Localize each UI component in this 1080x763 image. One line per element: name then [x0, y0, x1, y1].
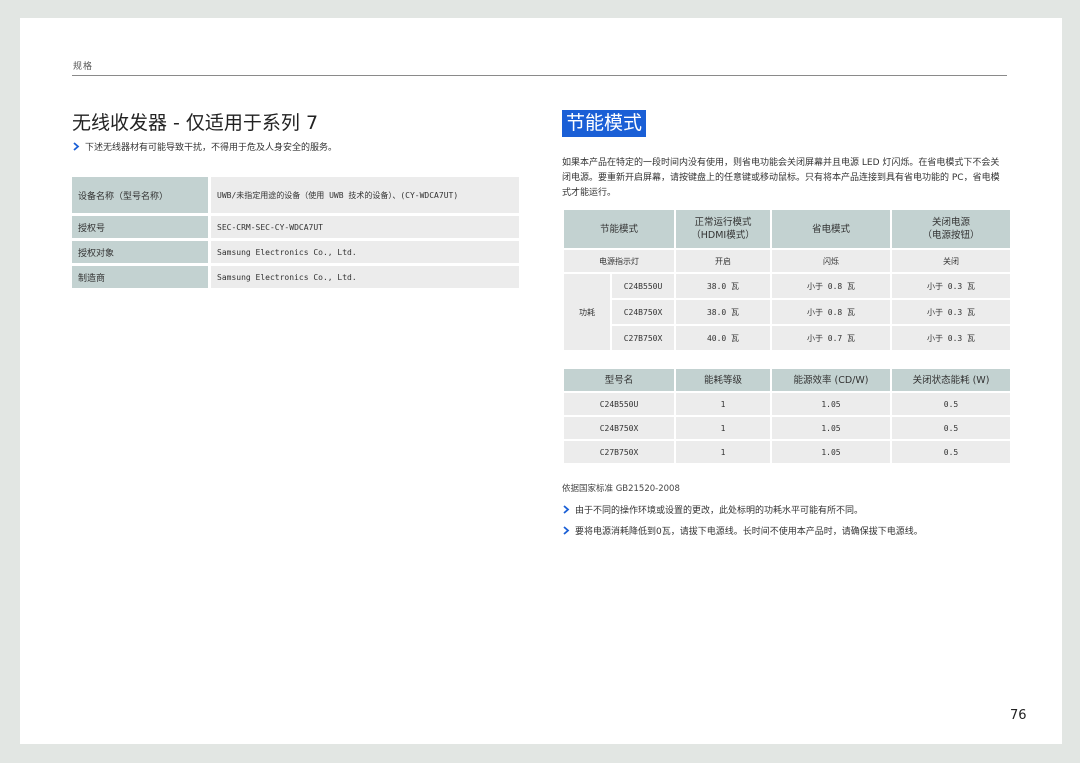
column-header: 关闭电源 （电源按钮） [892, 210, 1010, 248]
header-divider [72, 75, 1007, 76]
table-cell: 1.05 [772, 417, 890, 439]
table-cell: C24B750X [564, 417, 674, 439]
table-cell: 小于 0.3 瓦 [892, 300, 1010, 324]
table-cell: 0.5 [892, 417, 1010, 439]
column-header: 节能模式 [564, 210, 674, 248]
power-note: 由于不同的操作环境或设置的更改，此处标明的功耗水平可能有所不同。 [562, 503, 863, 516]
section-header: 规格 [73, 62, 94, 72]
row-label: 电源指示灯 [564, 250, 674, 272]
table-cell: 1.05 [772, 393, 890, 415]
column-header: 能源效率 (CD/W) [772, 369, 890, 391]
table-cell: 小于 0.8 瓦 [772, 300, 890, 324]
table-cell: 小于 0.3 瓦 [892, 274, 1010, 298]
model-name: C24B550U [612, 274, 674, 300]
chevron-right-icon [72, 142, 81, 151]
table-row: C24B550U 1 1.05 0.5 [564, 393, 1010, 415]
table-cell: 闪烁 [772, 250, 890, 272]
wireless-section-title: 无线收发器 - 仅适用于系列 7 [72, 112, 319, 134]
spec-value: UWB/未指定用途的设备（使用 UWB 技术的设备）、(CY-WDCA7UT) [211, 177, 519, 213]
table-header-row: 型号名 能耗等级 能源效率 (CD/W) 关闭状态能耗 (W) [564, 369, 1010, 391]
power-note-text: 要将电源消耗降低到0瓦，请拔下电源线。长时间不使用本产品时，请确保拔下电源线。 [575, 527, 923, 537]
wireless-spec-table: 设备名称（型号名称） UWB/未指定用途的设备（使用 UWB 技术的设备）、(C… [72, 174, 519, 291]
table-cell: 1.05 [772, 441, 890, 463]
table-row: C24B750X 1 1.05 0.5 [564, 417, 1010, 439]
table-row: 功耗 C24B550U C24B750X C27B750X 38.0 瓦 小于 … [564, 274, 1010, 350]
spec-key: 制造商 [72, 266, 211, 288]
column-header: 型号名 [564, 369, 674, 391]
table-cell: 小于 0.3 瓦 [892, 326, 1010, 350]
efficiency-table: 型号名 能耗等级 能源效率 (CD/W) 关闭状态能耗 (W) C24B550U… [562, 367, 1012, 465]
chevron-right-icon [562, 526, 571, 535]
spec-key: 设备名称（型号名称） [72, 177, 211, 213]
national-standard: 依据国家标准 GB21520-2008 [562, 484, 680, 494]
page-number: 76 [1010, 708, 1027, 723]
table-cell: 开启 [676, 250, 770, 272]
table-cell: 38.0 瓦 [676, 274, 770, 298]
table-cell: 0.5 [892, 441, 1010, 463]
table-row: 授权对象 Samsung Electronics Co., Ltd. [72, 241, 519, 263]
power-mode-table: 节能模式 正常运行模式 （HDMI模式） 省电模式 关闭电源 （电源按钮） 电源… [562, 208, 1012, 352]
table-cell: 0.5 [892, 393, 1010, 415]
consumption-group-cell: 功耗 C24B550U C24B750X C27B750X [564, 274, 674, 350]
spec-value: Samsung Electronics Co., Ltd. [211, 241, 519, 263]
column-header: 正常运行模式 （HDMI模式） [676, 210, 770, 248]
table-cell: 38.0 瓦 [676, 300, 770, 324]
table-row: 制造商 Samsung Electronics Co., Ltd. [72, 266, 519, 288]
table-cell: 小于 0.7 瓦 [772, 326, 890, 350]
table-row: 电源指示灯 开启 闪烁 关闭 [564, 250, 1010, 272]
spec-value: SEC-CRM-SEC-CY-WDCA7UT [211, 216, 519, 238]
column-header: 关闭状态能耗 (W) [892, 369, 1010, 391]
spec-value: Samsung Electronics Co., Ltd. [211, 266, 519, 288]
power-saving-title: 节能模式 [562, 110, 647, 137]
model-name: C24B750X [612, 300, 674, 326]
table-row: C27B750X 1 1.05 0.5 [564, 441, 1010, 463]
table-cell: C24B550U [564, 393, 674, 415]
wireless-note-text: 下述无线器材有可能导致干扰，不得用于危及人身安全的服务。 [85, 143, 338, 153]
table-cell: 1 [676, 393, 770, 415]
consumption-label: 功耗 [564, 274, 612, 350]
power-note: 要将电源消耗降低到0瓦，请拔下电源线。长时间不使用本产品时，请确保拔下电源线。 [562, 524, 923, 537]
table-row: 设备名称（型号名称） UWB/未指定用途的设备（使用 UWB 技术的设备）、(C… [72, 177, 519, 213]
table-cell: C27B750X [564, 441, 674, 463]
table-cell: 1 [676, 417, 770, 439]
table-cell: 关闭 [892, 250, 1010, 272]
table-header-row: 节能模式 正常运行模式 （HDMI模式） 省电模式 关闭电源 （电源按钮） [564, 210, 1010, 248]
spec-key: 授权号 [72, 216, 211, 238]
document-page: 规格 无线收发器 - 仅适用于系列 7 下述无线器材有可能导致干扰，不得用于危及… [20, 18, 1062, 744]
model-name: C27B750X [623, 333, 663, 343]
table-cell: 40.0 瓦 [676, 326, 770, 350]
chevron-right-icon [562, 505, 571, 514]
wireless-note: 下述无线器材有可能导致干扰，不得用于危及人身安全的服务。 [72, 140, 337, 153]
column-header: 能耗等级 [676, 369, 770, 391]
table-cell: 小于 0.8 瓦 [772, 274, 890, 298]
power-saving-intro: 如果本产品在特定的一段时间内没有使用，则省电功能会关闭屏幕并且电源 LED 灯闪… [562, 158, 1000, 198]
table-row: 授权号 SEC-CRM-SEC-CY-WDCA7UT [72, 216, 519, 238]
power-note-text: 由于不同的操作环境或设置的更改，此处标明的功耗水平可能有所不同。 [575, 506, 864, 516]
table-cell: 1 [676, 441, 770, 463]
column-header: 省电模式 [772, 210, 890, 248]
spec-key: 授权对象 [72, 241, 211, 263]
